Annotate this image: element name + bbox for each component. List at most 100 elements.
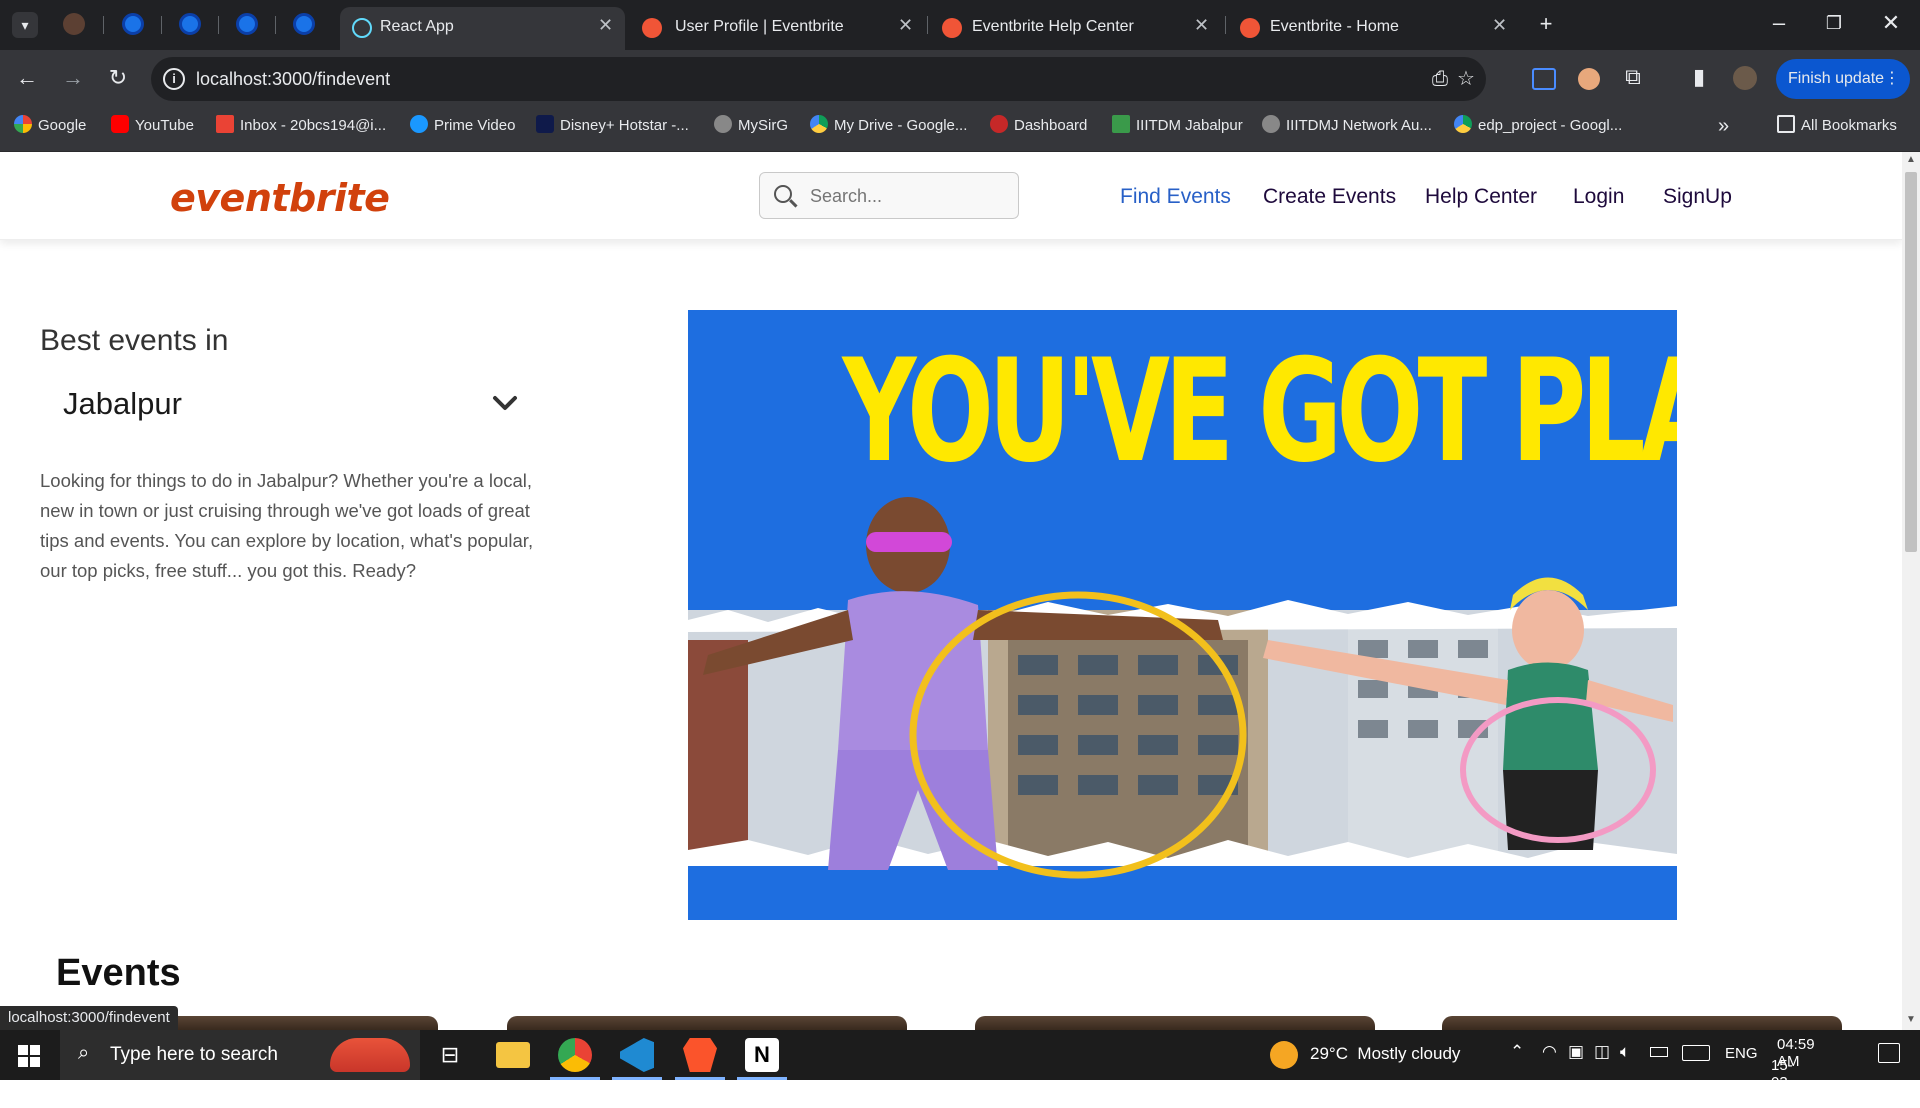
tab-eventbrite-home[interactable]: Eventbrite - Home ✕ (1228, 7, 1518, 50)
reload-icon[interactable]: ↻ (105, 67, 131, 89)
weather-text[interactable]: 29°C Mostly cloudy (1310, 1044, 1460, 1064)
bookmark-my-drive[interactable]: My Drive - Google... (810, 115, 967, 137)
clock-date[interactable]: 15-03-2024 (1771, 1057, 1804, 1108)
tab-separator (103, 16, 104, 34)
bookmark-google[interactable]: Google (14, 115, 86, 137)
bookmark-label: IIITDMJ Network Au... (1286, 117, 1432, 134)
search-input[interactable] (810, 183, 1010, 209)
eventbrite-logo[interactable]: eventbrite (170, 176, 390, 220)
hotstar-icon (536, 115, 554, 133)
city-selector-value[interactable]: Jabalpur (63, 386, 182, 422)
event-card[interactable] (1442, 1016, 1842, 1030)
extension-icon[interactable] (1578, 68, 1600, 90)
close-tab-icon[interactable]: ✕ (898, 15, 913, 36)
pinned-tab-icon[interactable] (293, 13, 315, 35)
battery-icon[interactable] (1650, 1047, 1668, 1057)
search-field[interactable] (759, 172, 1019, 219)
bookmark-network-auth[interactable]: IIITDMJ Network Au... (1262, 115, 1432, 137)
react-icon (352, 18, 372, 38)
event-card[interactable] (507, 1016, 907, 1030)
bookmark-label: Prime Video (434, 117, 516, 134)
eventbrite-icon (1240, 18, 1260, 38)
all-bookmarks-label: All Bookmarks (1801, 117, 1897, 134)
status-bar-url: localhost:3000/findevent (0, 1006, 178, 1030)
notion-icon[interactable]: N (745, 1038, 779, 1072)
scroll-up-arrow[interactable]: ▲ (1906, 154, 1916, 165)
side-panel-icon[interactable]: ▮ (1686, 66, 1712, 88)
meet-icon[interactable]: ◫ (1594, 1042, 1610, 1062)
tab-react-app[interactable]: React App ✕ (340, 7, 625, 50)
task-view-icon[interactable]: ⊟ (433, 1038, 467, 1072)
bookmark-youtube[interactable]: YouTube (111, 115, 194, 137)
bookmark-label: edp_project - Googl... (1478, 117, 1623, 134)
forward-icon[interactable]: → (60, 67, 86, 89)
close-window-icon[interactable]: ✕ (1878, 12, 1904, 34)
tab-help-center[interactable]: Eventbrite Help Center ✕ (930, 7, 1220, 50)
pinned-tab-icon[interactable] (122, 13, 144, 35)
pie-search-highlight-icon (330, 1038, 410, 1072)
nav-help-center[interactable]: Help Center (1425, 185, 1537, 209)
install-app-icon[interactable]: ⎙ (1427, 68, 1453, 90)
close-tab-icon[interactable]: ✕ (1194, 15, 1209, 36)
all-bookmarks[interactable]: All Bookmarks (1777, 115, 1897, 137)
bookmark-label: YouTube (135, 117, 194, 134)
vscode-icon[interactable] (620, 1038, 654, 1072)
screenshot-extension-icon[interactable] (1532, 68, 1556, 90)
weather-icon[interactable] (1270, 1041, 1298, 1069)
bookmark-edp-project[interactable]: edp_project - Googl... (1454, 115, 1622, 137)
pinned-tab-icon[interactable] (63, 13, 85, 35)
pinned-tab-icon[interactable] (236, 13, 258, 35)
notifications-icon[interactable] (1878, 1043, 1900, 1063)
globe-icon (1262, 115, 1280, 133)
city-description: Looking for things to do in Jabalpur? Wh… (40, 470, 534, 581)
tab-separator (218, 16, 219, 34)
finish-update-button[interactable]: Finish update ⋮ (1776, 59, 1910, 99)
google-drive-icon (1454, 115, 1472, 133)
restore-icon[interactable]: ❐ (1821, 12, 1847, 34)
iiitdm-icon (1112, 115, 1130, 133)
bookmark-hotstar[interactable]: Disney+ Hotstar -... (536, 115, 689, 137)
tray-overflow-icon[interactable]: ⌃ (1510, 1042, 1524, 1062)
youtube-icon (111, 115, 129, 133)
keyboard-icon[interactable] (1682, 1045, 1710, 1061)
chrome-icon[interactable] (558, 1038, 592, 1072)
language-indicator[interactable]: ENG (1725, 1045, 1758, 1062)
bookmark-prime-video[interactable]: Prime Video (410, 115, 515, 137)
event-card[interactable] (975, 1016, 1375, 1030)
nav-create-events[interactable]: Create Events (1263, 185, 1396, 209)
extensions-puzzle-icon[interactable]: ⧉ (1620, 66, 1646, 88)
nav-login[interactable]: Login (1573, 185, 1624, 209)
profile-avatar[interactable] (1733, 66, 1757, 90)
windows-start-icon[interactable] (18, 1045, 40, 1067)
nav-find-events[interactable]: Find Events (1120, 185, 1231, 209)
address-bar[interactable]: i localhost:3000/findevent ⎙ ☆ (151, 57, 1486, 101)
tab-search-icon[interactable]: ▾ (12, 12, 38, 38)
network-icon[interactable]: ◠ (1542, 1042, 1557, 1062)
nav-signup[interactable]: SignUp (1663, 185, 1732, 209)
bookmark-gmail[interactable]: Inbox - 20bcs194@i... (216, 115, 386, 137)
brave-icon[interactable] (683, 1038, 717, 1072)
bookmark-mysirg[interactable]: MySirG (714, 115, 788, 137)
site-info-icon[interactable]: i (163, 68, 185, 90)
taskbar-search-box[interactable]: ⌕ Type here to search (60, 1030, 420, 1080)
camera-icon[interactable]: ▣ (1568, 1042, 1584, 1062)
tab-user-profile[interactable]: User Profile | Eventbrite ✕ (630, 7, 920, 50)
bookmark-iiitdm[interactable]: IIITDM Jabalpur (1112, 115, 1243, 137)
close-tab-icon[interactable]: ✕ (598, 15, 613, 36)
pinned-tab-icon[interactable] (179, 13, 201, 35)
close-tab-icon[interactable]: ✕ (1492, 15, 1507, 36)
new-tab-icon[interactable]: + (1533, 13, 1559, 35)
bookmark-star-icon[interactable]: ☆ (1453, 68, 1479, 90)
more-bookmarks-icon[interactable]: » (1718, 115, 1729, 137)
bookmark-label: Google (38, 117, 87, 134)
file-explorer-icon[interactable] (496, 1042, 530, 1068)
scroll-down-arrow[interactable]: ▼ (1906, 1014, 1916, 1025)
minimize-icon[interactable]: – (1766, 12, 1792, 34)
chevron-down-icon[interactable] (490, 388, 520, 418)
volume-icon[interactable]: 🔈︎ (1620, 1042, 1630, 1062)
scrollbar-thumb[interactable] (1905, 172, 1917, 552)
back-icon[interactable]: ← (14, 67, 40, 89)
page-scrollbar[interactable]: ▲ ▼ (1902, 152, 1920, 1030)
tab-separator (927, 16, 928, 34)
bookmark-dashboard[interactable]: Dashboard (990, 115, 1087, 137)
